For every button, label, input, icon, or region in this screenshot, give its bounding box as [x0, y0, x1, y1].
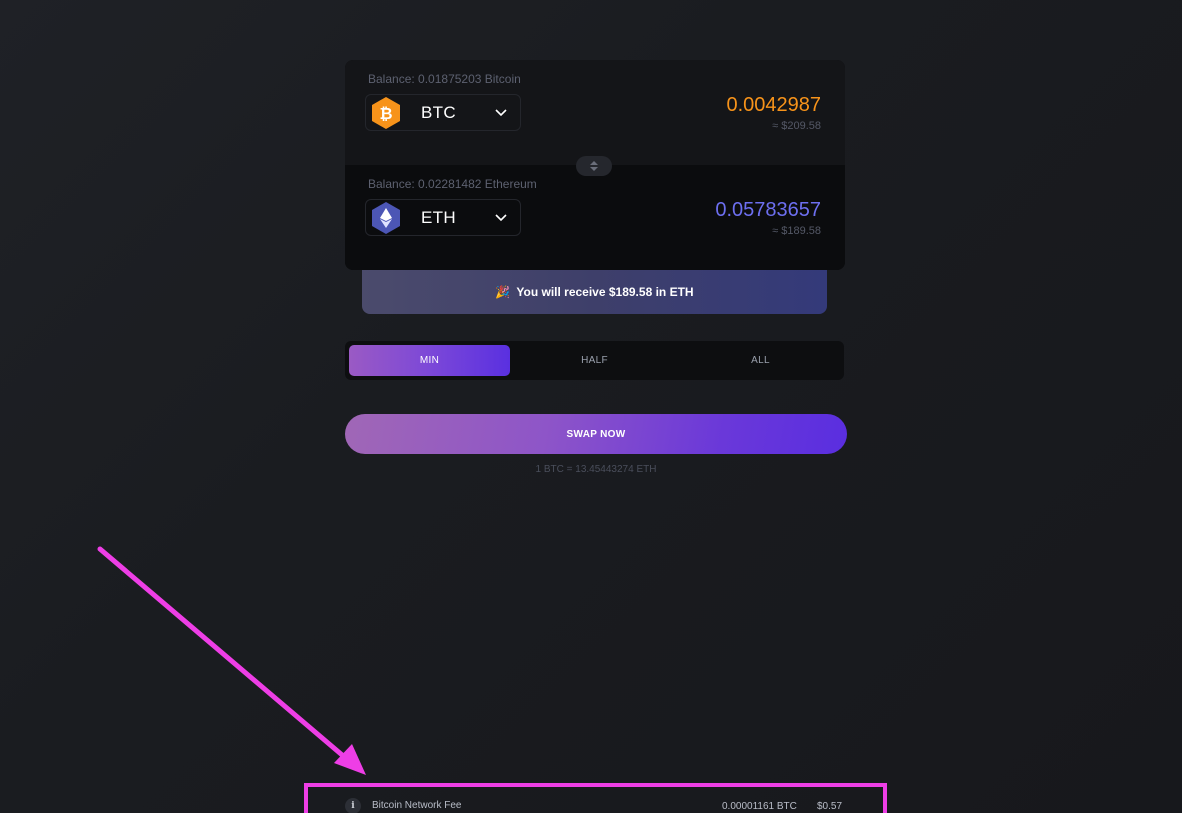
from-token-symbol: BTC [421, 102, 456, 122]
swap-now-button[interactable]: SWAP NOW [345, 414, 847, 454]
from-usd-value: ≈ $209.58 [772, 120, 821, 132]
to-balance: Balance: 0.02281482 Ethereum [368, 177, 537, 191]
amount-preset-tabs: MIN HALF ALL [345, 341, 844, 380]
ethereum-icon [369, 201, 403, 235]
from-balance: Balance: 0.01875203 Bitcoin [368, 72, 521, 86]
to-token-symbol: ETH [421, 207, 456, 227]
receive-banner: 🎉 You will receive $189.58 in ETH [362, 270, 827, 314]
chevron-down-icon [495, 109, 507, 117]
tab-min[interactable]: MIN [349, 345, 510, 376]
swap-card: Balance: 0.01875203 Bitcoin ₿ BTC 0.0042… [345, 60, 845, 270]
receive-text: You will receive $189.58 in ETH [516, 285, 694, 299]
annotation-highlight-box [304, 783, 887, 813]
bitcoin-icon: ₿ [369, 96, 403, 130]
party-icon: 🎉 [495, 285, 511, 299]
to-amount[interactable]: 0.05783657 [715, 199, 821, 222]
to-token-row: Balance: 0.02281482 Ethereum ETH 0.05783… [345, 165, 845, 270]
swap-direction-button[interactable] [576, 156, 612, 176]
tab-all[interactable]: ALL [680, 345, 841, 376]
swap-arrows-icon [590, 161, 598, 171]
from-token-select[interactable]: ₿ BTC [365, 94, 521, 131]
from-token-row: Balance: 0.01875203 Bitcoin ₿ BTC 0.0042… [345, 60, 845, 165]
from-amount[interactable]: 0.0042987 [726, 94, 821, 117]
svg-text:₿: ₿ [379, 104, 392, 123]
chevron-down-icon [495, 214, 507, 222]
to-usd-value: ≈ $189.58 [772, 225, 821, 237]
tab-half[interactable]: HALF [514, 345, 675, 376]
to-token-select[interactable]: ETH [365, 199, 521, 236]
exchange-rate: 1 BTC = 13.45443274 ETH [535, 464, 657, 475]
